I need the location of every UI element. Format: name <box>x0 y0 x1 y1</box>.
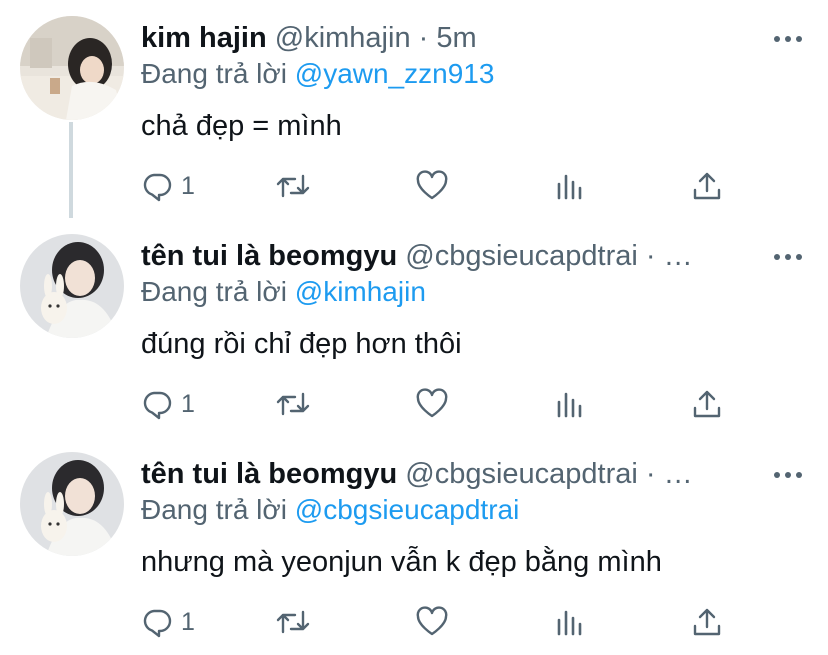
analytics-icon <box>554 170 584 202</box>
reply-button[interactable]: 1 <box>141 384 195 424</box>
tweet-header: tên tui là beomgyu @cbgsieucapdtrai · … <box>141 456 781 492</box>
avatar[interactable] <box>20 16 124 120</box>
retweet-icon <box>275 606 311 638</box>
tweet-text: nhưng mà yeonjun vẫn k đẹp bằng mình <box>141 546 662 578</box>
timestamp: · … <box>637 240 693 272</box>
share-icon <box>691 606 723 638</box>
action-bar: 1 <box>141 602 741 642</box>
tweet[interactable]: kim hajin @kimhajin · 5m Đang trả lời @y… <box>0 0 828 218</box>
replying-to-label: Đang trả lời <box>141 276 295 307</box>
share-button[interactable] <box>691 384 723 424</box>
more-button[interactable] <box>770 460 806 490</box>
display-name[interactable]: kim hajin <box>141 22 267 54</box>
reply-icon <box>141 170 173 202</box>
analytics-button[interactable] <box>554 166 584 206</box>
more-button[interactable] <box>770 24 806 54</box>
thread-connector <box>69 122 73 218</box>
timestamp: · 5m <box>410 22 477 54</box>
like-button[interactable] <box>415 384 449 424</box>
share-button[interactable] <box>691 602 723 642</box>
like-icon <box>415 170 449 202</box>
user-handle[interactable]: @cbgsieucapdtrai <box>405 458 638 490</box>
avatar[interactable] <box>20 452 124 556</box>
replying-to: Đang trả lời @yawn_zzn913 <box>141 56 494 92</box>
tweet[interactable]: tên tui là beomgyu @cbgsieucapdtrai · … … <box>0 436 828 654</box>
like-icon <box>415 606 449 638</box>
like-button[interactable] <box>415 166 449 206</box>
reply-count: 1 <box>181 171 195 200</box>
more-icon <box>773 471 803 479</box>
share-icon <box>691 388 723 420</box>
tweet-text: đúng rồi chỉ đẹp hơn thôi <box>141 328 462 360</box>
action-bar: 1 <box>141 384 741 424</box>
reply-icon <box>141 606 173 638</box>
tweet-header: kim hajin @kimhajin · 5m <box>141 20 781 56</box>
retweet-button[interactable] <box>275 384 311 424</box>
analytics-icon <box>554 388 584 420</box>
tweet-text: chả đẹp = mình <box>141 110 342 142</box>
tweet[interactable]: tên tui là beomgyu @cbgsieucapdtrai · … … <box>0 218 828 436</box>
mention-link[interactable]: @kimhajin <box>295 276 426 307</box>
replying-to: Đang trả lời @cbgsieucapdtrai <box>141 492 519 528</box>
retweet-button[interactable] <box>275 166 311 206</box>
avatar[interactable] <box>20 234 124 338</box>
reply-count: 1 <box>181 607 195 636</box>
analytics-button[interactable] <box>554 602 584 642</box>
analytics-button[interactable] <box>554 384 584 424</box>
retweet-button[interactable] <box>275 602 311 642</box>
tweet-header: tên tui là beomgyu @cbgsieucapdtrai · … <box>141 238 781 274</box>
retweet-icon <box>275 388 311 420</box>
reply-count: 1 <box>181 389 195 418</box>
replying-to: Đang trả lời @kimhajin <box>141 274 426 310</box>
display-name[interactable]: tên tui là beomgyu <box>141 458 397 490</box>
timestamp: · … <box>637 458 693 490</box>
user-handle[interactable]: @cbgsieucapdtrai <box>405 240 638 272</box>
user-handle[interactable]: @kimhajin <box>275 22 411 54</box>
display-name[interactable]: tên tui là beomgyu <box>141 240 397 272</box>
reply-button[interactable]: 1 <box>141 602 195 642</box>
reply-button[interactable]: 1 <box>141 166 195 206</box>
share-button[interactable] <box>691 166 723 206</box>
like-icon <box>415 388 449 420</box>
retweet-icon <box>275 170 311 202</box>
like-button[interactable] <box>415 602 449 642</box>
mention-link[interactable]: @cbgsieucapdtrai <box>295 494 520 525</box>
action-bar: 1 <box>141 166 741 206</box>
reply-icon <box>141 388 173 420</box>
mention-link[interactable]: @yawn_zzn913 <box>295 58 495 89</box>
share-icon <box>691 170 723 202</box>
replying-to-label: Đang trả lời <box>141 494 295 525</box>
analytics-icon <box>554 606 584 638</box>
more-button[interactable] <box>770 242 806 272</box>
more-icon <box>773 253 803 261</box>
replying-to-label: Đang trả lời <box>141 58 295 89</box>
more-icon <box>773 35 803 43</box>
